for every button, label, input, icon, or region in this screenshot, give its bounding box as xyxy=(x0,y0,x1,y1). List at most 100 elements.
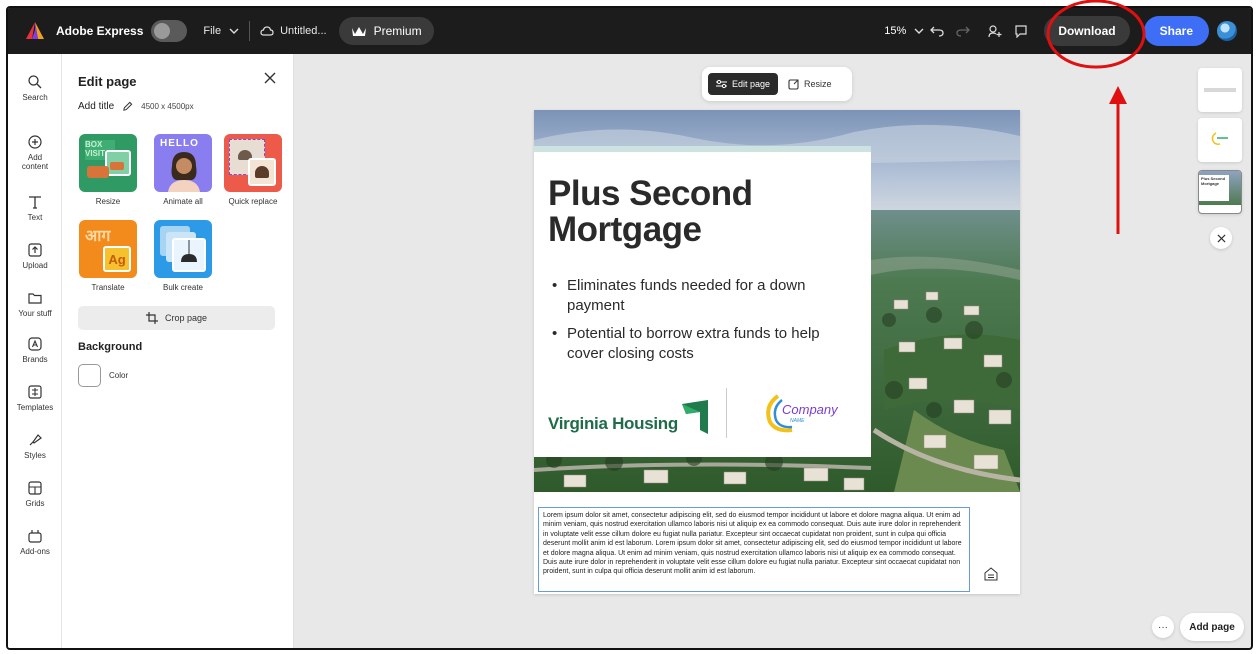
upload-icon xyxy=(28,243,42,257)
quick-replace-tile[interactable] xyxy=(224,134,282,192)
company-sub: NAME xyxy=(790,418,805,424)
tile-label-quick-replace: Quick replace xyxy=(228,197,278,206)
headline-line-2: Mortgage xyxy=(548,210,702,249)
plus-circle-icon xyxy=(28,135,42,149)
virginia-housing-logo[interactable]: Virginia Housing xyxy=(548,400,708,434)
resize-icon xyxy=(788,78,799,90)
brand-icon xyxy=(28,337,42,351)
bulk-lamp-icon xyxy=(181,240,197,262)
top-bar: Adobe Express File Untitled... Premium 1… xyxy=(8,8,1251,54)
tile-label-bulk-create: Bulk create xyxy=(162,283,204,292)
logo-divider xyxy=(726,388,727,438)
resize-tab[interactable]: Resize xyxy=(788,78,832,90)
disclaimer-text-box[interactable]: Lorem ipsum dolor sit amet, consectetur … xyxy=(538,507,970,592)
document-title[interactable]: Untitled... xyxy=(260,25,327,37)
animate-tile-person xyxy=(168,152,200,192)
invite-user-icon[interactable] xyxy=(982,18,1008,44)
equal-housing-icon xyxy=(984,567,998,581)
rail-label: Templates xyxy=(16,403,54,412)
rail-item-your-stuff[interactable]: Your stuff xyxy=(8,290,62,318)
premium-button[interactable]: Premium xyxy=(338,17,434,45)
translate-tile-script: आग xyxy=(85,228,111,245)
more-options-button[interactable]: ··· xyxy=(1152,616,1174,638)
tile-label-resize: Resize xyxy=(95,197,121,206)
file-menu-label: File xyxy=(203,25,222,37)
thumb-2-logo xyxy=(1211,132,1228,145)
edit-page-tab[interactable]: Edit page xyxy=(708,73,779,95)
document-title-text: Untitled... xyxy=(280,25,327,37)
rail-label: Styles xyxy=(24,451,46,460)
flyer-headline[interactable]: Plus Second Mortgage xyxy=(548,176,848,248)
file-menu[interactable]: File xyxy=(203,25,239,37)
rail-label: Grids xyxy=(25,499,45,508)
left-rail: Search Add content Text Upload Your stuf… xyxy=(8,54,62,648)
rail-item-add-content[interactable]: Add content xyxy=(8,134,62,171)
translate-tile-badge: Ag xyxy=(103,246,131,272)
addons-icon xyxy=(28,530,42,543)
rail-item-styles[interactable]: Styles xyxy=(8,432,62,460)
page-thumbnail-1[interactable] xyxy=(1198,68,1242,112)
app-name: Adobe Express xyxy=(56,24,144,38)
text-icon xyxy=(29,196,41,209)
comment-icon[interactable] xyxy=(1008,18,1034,44)
mode-toggle[interactable] xyxy=(151,20,188,42)
tile-label-animate-all: Animate all xyxy=(163,197,203,206)
page-dimensions: 4500 x 4500px xyxy=(141,102,194,111)
rail-label: Brands xyxy=(22,355,48,364)
sliders-icon xyxy=(716,79,727,89)
rail-item-search[interactable]: Search xyxy=(8,74,62,102)
adobe-express-logo-icon[interactable] xyxy=(24,20,46,42)
headline-line-1: Plus Second xyxy=(548,174,753,213)
rail-label: Add-ons xyxy=(20,547,50,556)
resize-tile-sofa xyxy=(87,166,109,178)
add-title-label: Add title xyxy=(78,101,115,112)
rail-item-add-ons[interactable]: Add-ons xyxy=(8,528,62,556)
resize-tile[interactable]: BOX VISIT xyxy=(79,134,137,192)
chevron-down-icon xyxy=(914,28,924,34)
resize-tile-sofa-small xyxy=(110,162,124,170)
redo-icon[interactable] xyxy=(950,18,976,44)
pencil-icon xyxy=(123,101,133,111)
close-thumbnails-button[interactable] xyxy=(1210,227,1232,249)
page-thumbnail-2[interactable] xyxy=(1198,118,1242,162)
rail-label: Add content xyxy=(21,153,49,171)
undo-icon[interactable] xyxy=(924,18,950,44)
chevron-down-icon xyxy=(229,28,239,34)
zoom-control[interactable]: 15% xyxy=(884,25,924,37)
share-button[interactable]: Share xyxy=(1143,16,1209,46)
add-page-button[interactable]: Add page xyxy=(1180,613,1244,641)
toggle-knob xyxy=(154,23,171,39)
bullet-item: Potential to borrow extra funds to help … xyxy=(552,324,852,364)
bulk-create-tile[interactable] xyxy=(154,220,212,278)
rail-label: Your stuff xyxy=(18,309,52,318)
close-icon[interactable] xyxy=(262,70,278,86)
download-button[interactable]: Download xyxy=(1044,16,1130,46)
edit-page-tab-label: Edit page xyxy=(732,79,771,89)
canvas-toolbar: Edit page Resize xyxy=(702,67,852,101)
close-icon xyxy=(1216,233,1226,243)
rail-label: Text xyxy=(27,213,43,222)
rail-item-brands[interactable]: Brands xyxy=(8,336,62,364)
brand-name: Virginia Housing xyxy=(548,414,678,433)
background-color-label: Color xyxy=(109,371,129,380)
rail-item-upload[interactable]: Upload xyxy=(8,242,62,270)
templates-icon xyxy=(28,385,42,399)
rail-item-templates[interactable]: Templates xyxy=(8,384,62,412)
company-name-logo[interactable]: Company NAME xyxy=(760,390,840,436)
panel-title: Edit page xyxy=(78,74,137,89)
headline-card[interactable]: Plus Second Mortgage Eliminates funds ne… xyxy=(534,146,871,457)
crop-page-button[interactable]: Crop page xyxy=(78,306,275,330)
edit-page-panel: Edit page Add title 4500 x 4500px BOX VI… xyxy=(62,54,294,648)
rail-item-grids[interactable]: Grids xyxy=(8,480,62,508)
animate-all-tile[interactable]: HELLO xyxy=(154,134,212,192)
resize-tab-label: Resize xyxy=(804,79,832,89)
add-title-row[interactable]: Add title 4500 x 4500px xyxy=(78,101,194,112)
rail-item-text[interactable]: Text xyxy=(8,194,62,222)
design-page[interactable]: Plus Second Mortgage Eliminates funds ne… xyxy=(534,110,1020,594)
user-avatar[interactable] xyxy=(1217,21,1237,41)
flyer-bullets[interactable]: Eliminates funds needed for a down payme… xyxy=(552,276,852,372)
thumb-1-bar xyxy=(1204,88,1236,92)
translate-tile[interactable]: आग Ag xyxy=(79,220,137,278)
page-thumbnail-3[interactable]: Plus Second Mortgage xyxy=(1198,170,1242,214)
background-color-swatch[interactable] xyxy=(78,364,101,387)
